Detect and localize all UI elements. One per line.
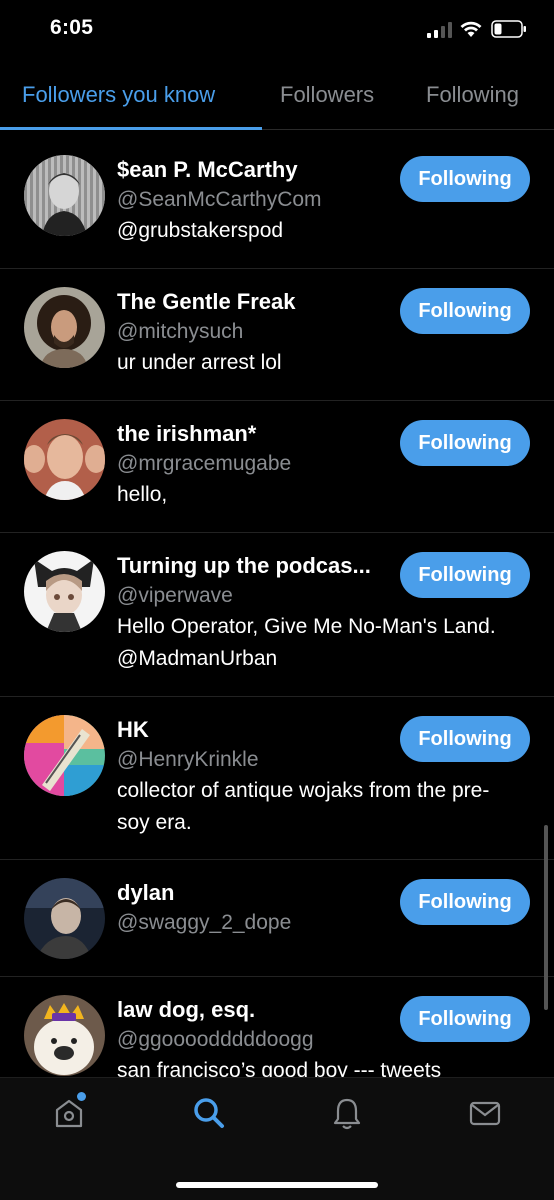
tab-bar: Followers you know Followers Following (0, 70, 554, 130)
user-name: The Gentle Freak (117, 289, 296, 314)
avatar[interactable] (24, 715, 105, 796)
user-bio: san francisco’s good boy --- tweets (117, 1059, 442, 1077)
user-bio: hello, (117, 483, 168, 506)
search-icon[interactable] (192, 1096, 226, 1130)
user-name: HK (117, 717, 149, 742)
user-row[interactable]: the irishman* @mrgracemugabe hello, Foll… (0, 401, 554, 533)
following-button[interactable]: Following (400, 996, 530, 1042)
following-button[interactable]: Following (400, 879, 530, 925)
user-handle: @SeanMcCarthyCom (117, 188, 322, 211)
scrollbar[interactable] (544, 825, 548, 1010)
avatar[interactable] (24, 419, 105, 500)
tab-followers[interactable]: Followers (280, 82, 374, 108)
user-row[interactable]: The Gentle Freak @mitchysuch ur under ar… (0, 269, 554, 401)
cellular-signal-icon (427, 22, 452, 38)
avatar[interactable] (24, 287, 105, 368)
user-bio: @grubstakerspod (117, 219, 284, 242)
notification-dot (77, 1092, 86, 1101)
active-tab-indicator (0, 127, 262, 130)
tab-followers-you-know[interactable]: Followers you know (22, 82, 215, 108)
battery-icon (491, 20, 526, 38)
home-indicator (176, 1182, 378, 1188)
user-name: Turning up the podcas... (117, 553, 371, 578)
user-handle: @mrgracemugabe (117, 452, 292, 475)
tab-following[interactable]: Following (426, 82, 519, 108)
user-row[interactable]: $ean P. McCarthy @SeanMcCarthyCom @grubs… (0, 137, 554, 269)
user-bio: collector of antique wojaks from the pre… (117, 779, 490, 834)
user-name: dylan (117, 880, 175, 905)
bell-icon[interactable] (330, 1096, 364, 1130)
home-icon[interactable] (52, 1096, 86, 1130)
user-name: $ean P. McCarthy (117, 157, 298, 182)
user-bio: ur under arrest lol (117, 351, 282, 374)
user-row[interactable]: Turning up the podcas... @viperwave Hell… (0, 533, 554, 697)
user-name: the irishman* (117, 421, 257, 446)
user-handle: @HenryKrinkle (117, 748, 259, 771)
avatar[interactable] (24, 878, 105, 959)
status-time: 6:05 (50, 16, 94, 39)
avatar[interactable] (24, 155, 105, 236)
avatar[interactable] (24, 995, 105, 1076)
wifi-icon (460, 21, 482, 37)
user-row[interactable]: law dog, esq. @ggoooodddddoogg san franc… (0, 977, 554, 1077)
user-handle: @ggoooodddddoogg (117, 1028, 314, 1051)
following-button[interactable]: Following (400, 420, 530, 466)
user-name: law dog, esq. (117, 997, 256, 1022)
user-handle: @viperwave (117, 584, 233, 607)
following-button[interactable]: Following (400, 716, 530, 762)
following-button[interactable]: Following (400, 156, 530, 202)
avatar[interactable] (24, 551, 105, 632)
mail-icon[interactable] (468, 1096, 502, 1130)
user-row[interactable]: HK @HenryKrinkle collector of antique wo… (0, 697, 554, 860)
following-button[interactable]: Following (400, 288, 530, 334)
following-button[interactable]: Following (400, 552, 530, 598)
user-list: $ean P. McCarthy @SeanMcCarthyCom @grubs… (0, 137, 554, 1077)
status-bar: 6:05 (0, 0, 554, 60)
user-handle: @mitchysuch (117, 320, 244, 343)
user-row[interactable]: dylan @swaggy_2_dope Following (0, 860, 554, 977)
user-handle: @swaggy_2_dope (117, 911, 292, 934)
user-bio: Hello Operator, Give Me No-Man's Land. @… (117, 615, 496, 670)
